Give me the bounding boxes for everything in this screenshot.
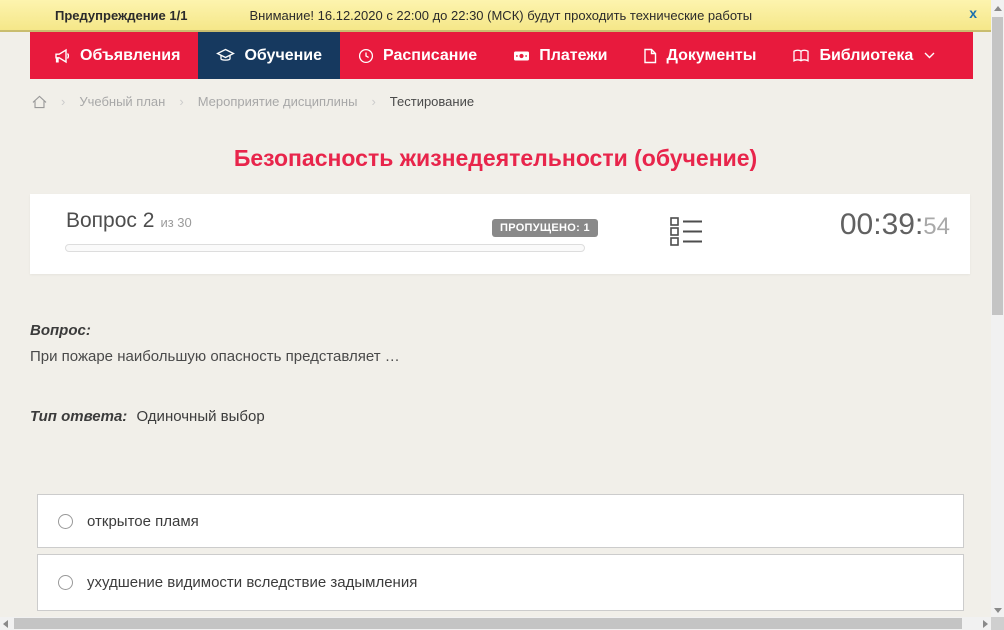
question-number: Вопрос 2 из 30 [66, 209, 192, 233]
document-icon [643, 48, 657, 64]
scroll-right-arrow-icon[interactable] [983, 620, 988, 628]
breadcrumb-item-testing: Тестирование [389, 94, 475, 109]
answer-option-label: открытое пламя [87, 512, 199, 530]
answer-type: Тип ответа: Одиночный выбор [30, 408, 265, 425]
chevron-down-icon [924, 52, 935, 59]
page-title: Безопасность жизнедеятельности (обучение… [233, 145, 758, 171]
banknote-icon [513, 48, 530, 64]
radio-button[interactable] [58, 575, 73, 590]
scrollbar-corner [991, 617, 1004, 630]
answer-option[interactable]: ухудшение видимости вследствие задымлени… [37, 554, 964, 611]
scroll-up-arrow-icon[interactable] [994, 6, 1002, 11]
megaphone-icon [54, 48, 71, 64]
question-list-icon[interactable] [670, 216, 703, 251]
home-icon[interactable] [32, 95, 47, 109]
nav-item-label: Обучение [244, 46, 323, 64]
scroll-left-arrow-icon[interactable] [3, 620, 8, 628]
app-viewport: Предупреждение 1/1 Внимание! 16.12.2020 … [0, 0, 1004, 630]
breadcrumb: › Учебный план › Мероприятие дисциплины … [32, 94, 474, 109]
progress-bar [65, 244, 585, 252]
clock-icon [358, 48, 374, 64]
question-number-label: Вопрос 2 [66, 209, 155, 232]
nav-item-library[interactable]: Библиотека [774, 32, 953, 79]
timer-seconds: 54 [923, 213, 950, 240]
timer-hh-mm: 00:39: [839, 208, 924, 241]
horizontal-scrollbar[interactable] [0, 617, 991, 630]
scroll-down-arrow-icon[interactable] [994, 608, 1002, 613]
question-text: При пожаре наибольшую опасность представ… [30, 348, 400, 365]
breadcrumb-separator: › [179, 94, 184, 109]
nav-item-label: Библиотека [819, 46, 914, 64]
vertical-scrollbar-thumb[interactable] [992, 17, 1003, 315]
answer-type-label: Тип ответа: [30, 408, 128, 425]
warning-banner: Предупреждение 1/1 Внимание! 16.12.2020 … [0, 0, 991, 32]
skipped-badge: ПРОПУЩЕНО: 1 [492, 219, 598, 237]
breadcrumb-item-study-plan[interactable]: Учебный план [79, 94, 165, 109]
nav-item-label: Объявления [80, 46, 181, 64]
question-heading: Вопрос: [30, 322, 91, 339]
banner-close-button[interactable]: x [969, 6, 977, 20]
graduation-cap-icon [216, 48, 236, 64]
breadcrumb-separator: › [61, 94, 66, 109]
question-total-label: из 30 [160, 215, 192, 230]
book-icon [792, 48, 810, 64]
answer-type-value: Одиночный выбор [136, 408, 265, 425]
nav-item-announcements[interactable]: Объявления [30, 32, 198, 79]
question-header-card: Вопрос 2 из 30 ПРОПУЩЕНО: 1 00:39:54 [30, 194, 970, 274]
vertical-scrollbar[interactable] [991, 0, 1004, 617]
main-navbar: Объявления Обучение Расписание Платежи Д… [30, 32, 973, 79]
breadcrumb-separator: › [371, 94, 376, 109]
warning-banner-label: Предупреждение 1/1 [55, 7, 188, 23]
horizontal-scrollbar-thumb[interactable] [14, 618, 962, 629]
nav-item-label: Платежи [539, 46, 608, 64]
nav-item-payments[interactable]: Платежи [495, 32, 625, 79]
nav-item-label: Расписание [383, 46, 478, 64]
nav-item-documents[interactable]: Документы [625, 32, 774, 79]
nav-item-label: Документы [666, 46, 757, 64]
radio-button[interactable] [58, 513, 73, 529]
warning-banner-message: Внимание! 16.12.2020 с 22:00 до 22:30 (М… [249, 7, 753, 23]
breadcrumb-item-discipline-event[interactable]: Мероприятие дисциплины [198, 94, 358, 109]
nav-item-learning[interactable]: Обучение [198, 32, 341, 79]
answer-option-label: ухудшение видимости вследствие задымлени… [87, 574, 418, 591]
timer: 00:39:54 [840, 208, 950, 242]
nav-item-schedule[interactable]: Расписание [340, 32, 495, 79]
answer-option[interactable]: открытое пламя [37, 494, 964, 548]
